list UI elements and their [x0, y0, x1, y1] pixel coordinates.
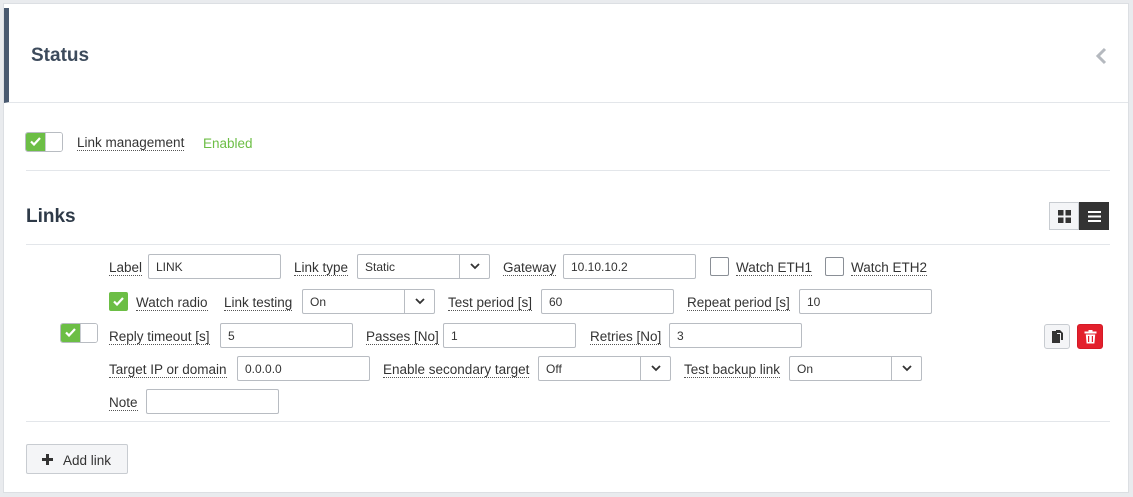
- toggle-on-indicator: [61, 324, 80, 342]
- add-link-label: Add link: [63, 453, 112, 468]
- check-icon: [65, 328, 76, 337]
- passes-input[interactable]: [443, 323, 576, 348]
- link-type-label: Link type: [294, 260, 349, 276]
- link-enable-toggle[interactable]: [60, 323, 98, 343]
- watch-eth1-label: Watch ETH1: [736, 260, 813, 276]
- chevron-down-icon: [902, 365, 912, 372]
- link-testing-select[interactable]: On: [302, 289, 435, 314]
- grid-icon: [1058, 210, 1071, 223]
- dropdown-arrow: [459, 255, 489, 278]
- copy-icon: [1052, 330, 1063, 343]
- divider: [26, 170, 1110, 171]
- chevron-down-icon: [415, 298, 425, 305]
- link-management-toggle[interactable]: [25, 132, 63, 152]
- target-label: Target IP or domain: [109, 362, 227, 378]
- watch-eth2-checkbox[interactable]: [825, 257, 844, 276]
- test-period-input[interactable]: [541, 289, 674, 314]
- gateway-input[interactable]: [563, 254, 696, 279]
- chevron-down-icon: [651, 365, 661, 372]
- toggle-knob: [45, 133, 62, 151]
- test-backup-label: Test backup link: [684, 362, 781, 378]
- trash-icon: [1084, 330, 1097, 344]
- passes-label: Passes [No]: [366, 329, 439, 345]
- dropdown-arrow: [640, 357, 670, 380]
- watch-eth1-checkbox[interactable]: [710, 257, 729, 276]
- link-type-select[interactable]: Static: [357, 254, 490, 279]
- copy-link-button[interactable]: [1044, 324, 1070, 349]
- chevron-down-icon: [470, 263, 480, 270]
- links-title: Links: [26, 206, 76, 227]
- reply-timeout-input[interactable]: [220, 323, 353, 348]
- watch-radio-label: Watch radio: [136, 295, 208, 311]
- link-type-value: Static: [365, 260, 396, 274]
- link-testing-label: Link testing: [224, 295, 293, 311]
- plus-icon: [42, 454, 53, 465]
- page-title: Status: [31, 45, 90, 66]
- gateway-label: Gateway: [503, 260, 557, 276]
- status-header: Status: [4, 8, 1128, 103]
- link-management-status: Enabled: [203, 136, 253, 151]
- watch-eth2-label: Watch ETH2: [851, 260, 928, 276]
- secondary-target-label: Enable secondary target: [383, 362, 530, 378]
- link-testing-value: On: [310, 295, 327, 309]
- link-management-label: Link management: [77, 135, 185, 151]
- check-icon: [113, 297, 124, 306]
- toggle-knob: [80, 324, 97, 342]
- main-card: Status Link management Enabled Links Lab…: [3, 3, 1129, 493]
- add-link-button[interactable]: Add link: [26, 444, 128, 474]
- retries-input[interactable]: [669, 323, 802, 348]
- divider: [26, 421, 1110, 422]
- repeat-period-input[interactable]: [799, 289, 932, 314]
- retries-label: Retries [No]: [590, 329, 662, 345]
- list-icon: [1088, 211, 1101, 222]
- list-view-button[interactable]: [1079, 202, 1109, 230]
- label-input[interactable]: [148, 254, 281, 279]
- note-label: Note: [109, 395, 138, 411]
- repeat-period-label: Repeat period [s]: [687, 295, 790, 311]
- test-backup-select[interactable]: On: [789, 356, 922, 381]
- toggle-on-indicator: [26, 133, 45, 151]
- secondary-target-value: Off: [546, 362, 562, 376]
- dropdown-arrow: [404, 290, 434, 313]
- secondary-target-select[interactable]: Off: [538, 356, 671, 381]
- watch-radio-checkbox[interactable]: [109, 292, 128, 311]
- test-backup-value: On: [797, 362, 814, 376]
- reply-timeout-label: Reply timeout [s]: [109, 329, 210, 345]
- target-input[interactable]: [237, 356, 370, 381]
- chevron-left-icon[interactable]: [1094, 46, 1108, 66]
- dropdown-arrow: [891, 357, 921, 380]
- check-icon: [30, 137, 41, 146]
- test-period-label: Test period [s]: [448, 295, 533, 311]
- note-input[interactable]: [146, 389, 279, 414]
- delete-link-button[interactable]: [1077, 324, 1103, 349]
- grid-view-button[interactable]: [1049, 202, 1079, 230]
- divider: [26, 244, 1110, 245]
- label-field-label: Label: [109, 260, 143, 276]
